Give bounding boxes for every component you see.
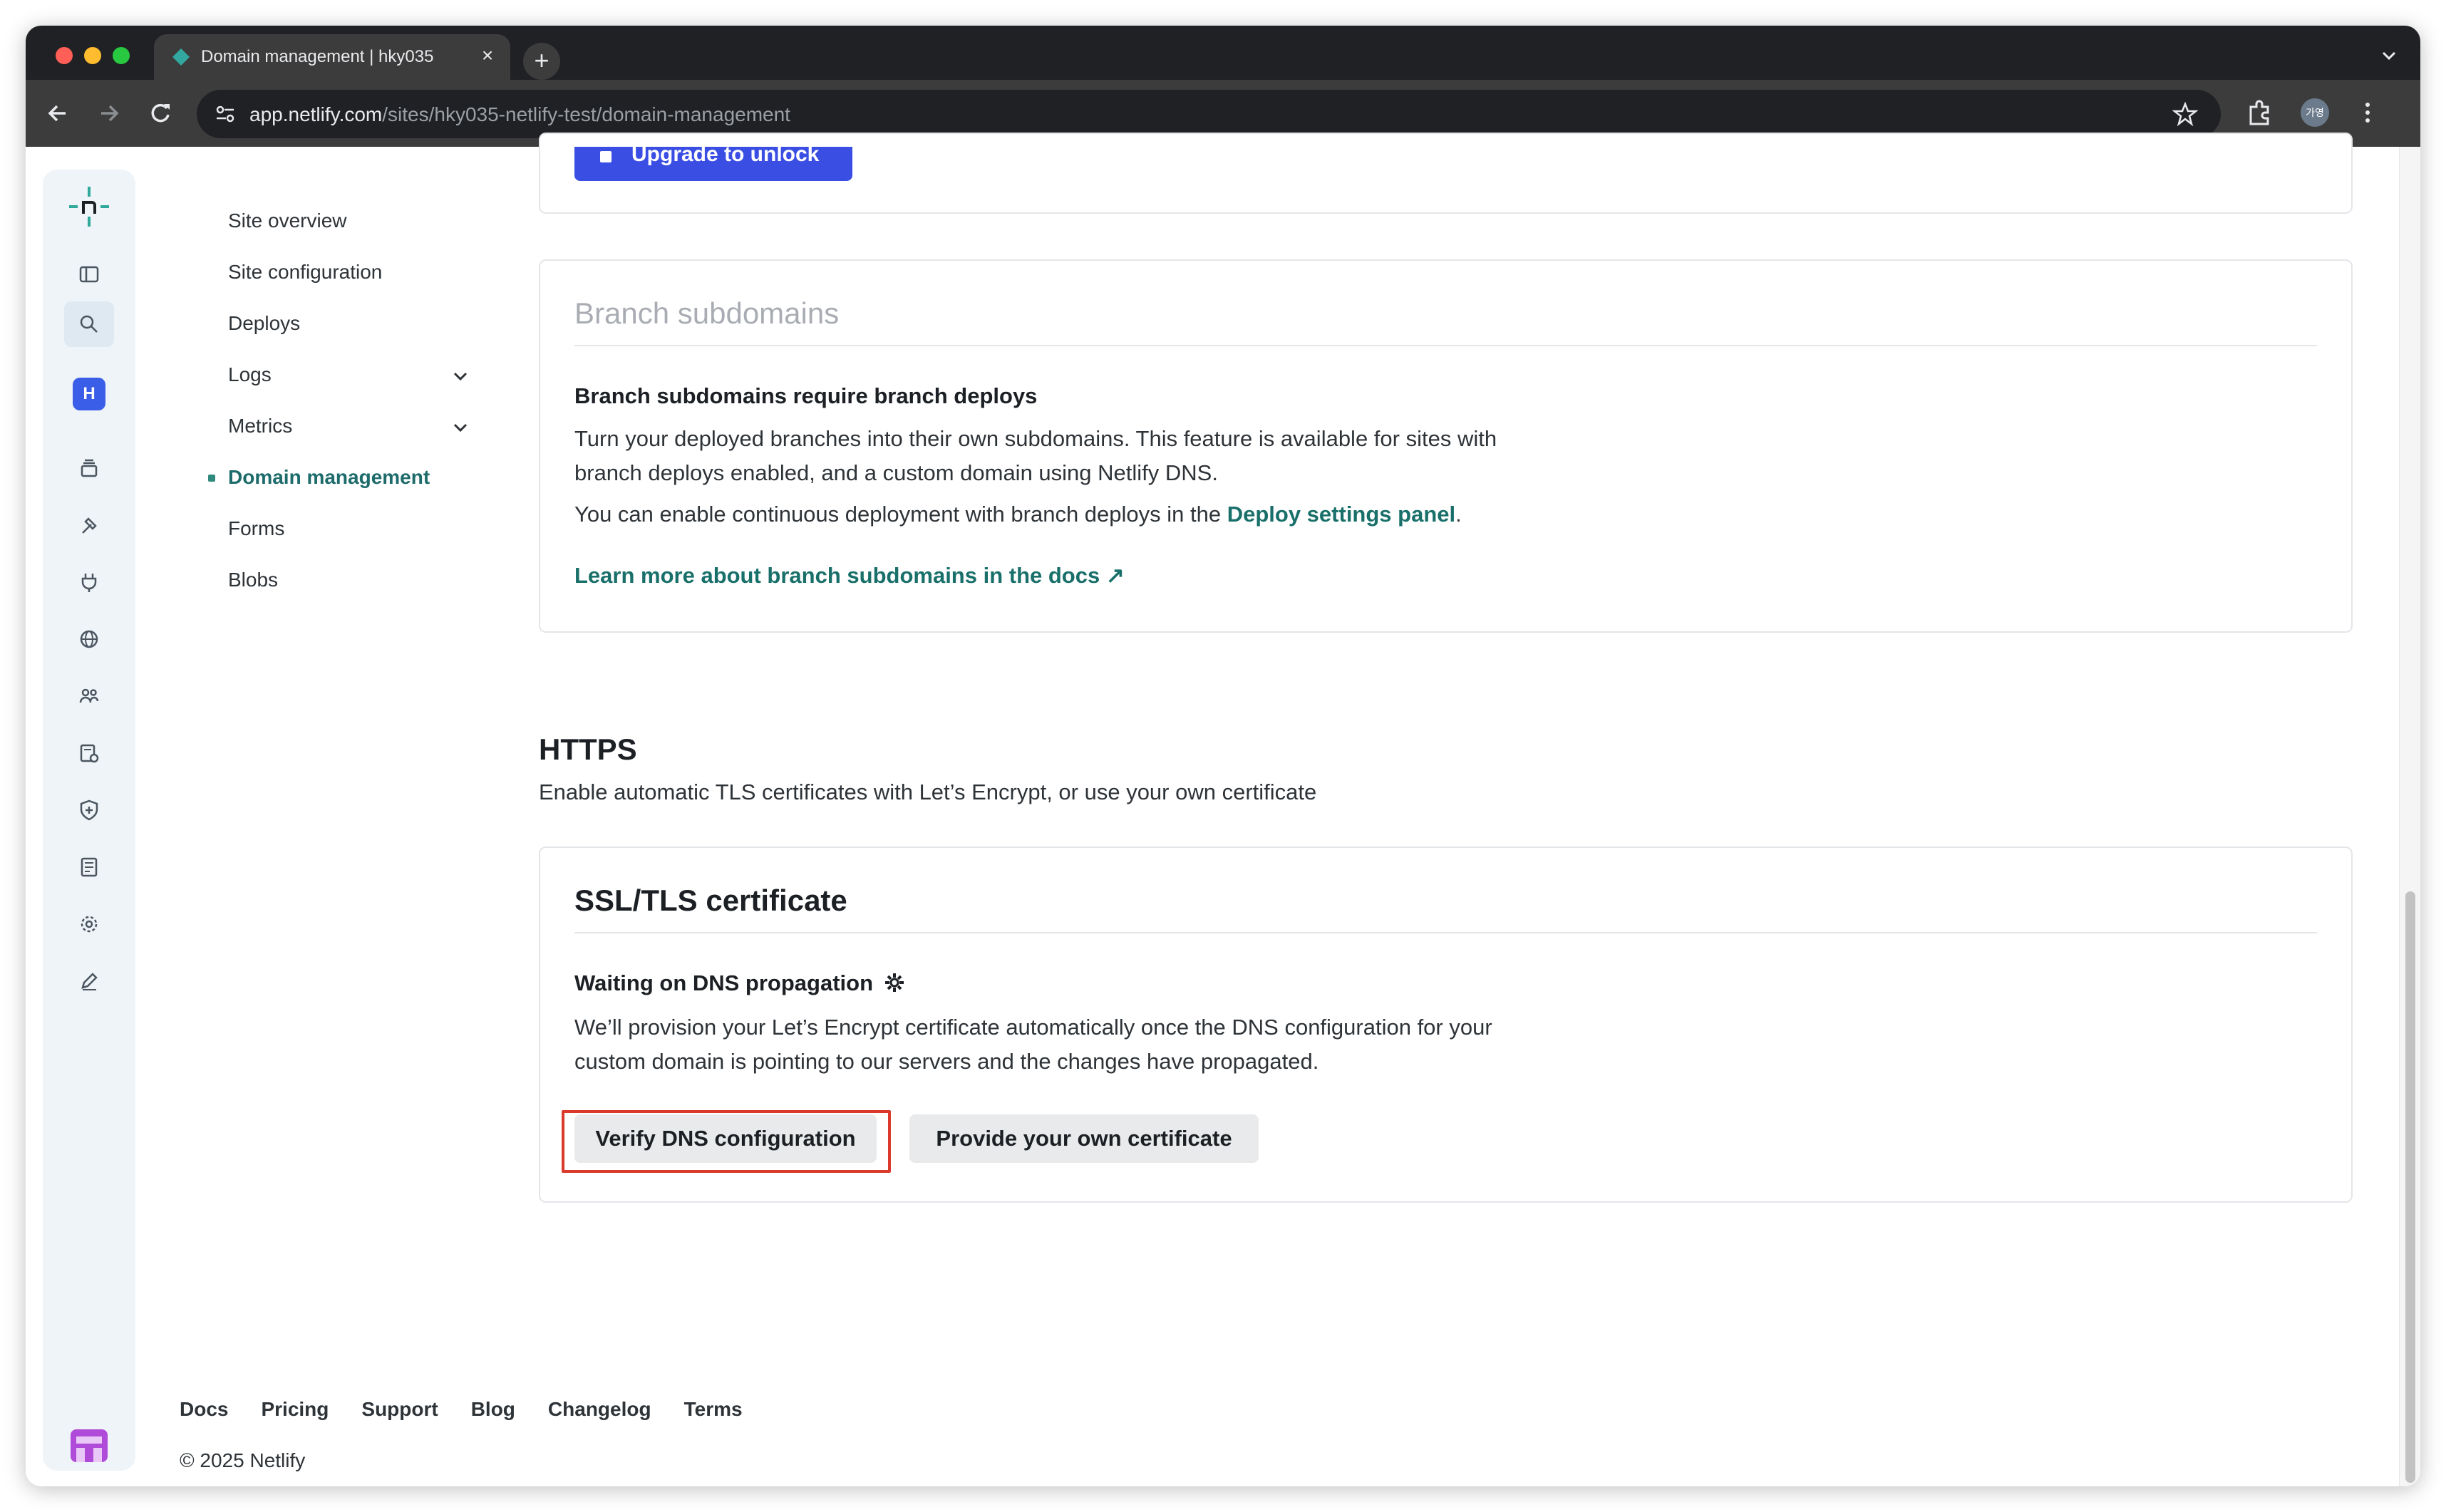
nav-item-logs[interactable]: Logs xyxy=(201,349,486,400)
upgrade-icon xyxy=(600,151,612,162)
netlify-logo-icon[interactable] xyxy=(68,185,110,228)
scrollbar-thumb[interactable] xyxy=(2405,891,2415,1483)
url-path: /sites/hky035-netlify-test/domain-manage… xyxy=(382,103,790,125)
nav-item-deploys[interactable]: Deploys xyxy=(201,298,486,349)
footer-link-docs[interactable]: Docs xyxy=(180,1398,228,1420)
forward-arrow-icon[interactable] xyxy=(91,95,127,131)
divider xyxy=(574,932,2317,933)
team-avatar[interactable]: H xyxy=(73,378,105,410)
extensions-puzzle-icon[interactable] xyxy=(2244,97,2275,128)
nav-item-label: Site configuration xyxy=(228,261,383,283)
chevron-down-icon[interactable] xyxy=(450,366,470,386)
note-suffix: . xyxy=(1455,502,1462,527)
user-avatar[interactable] xyxy=(68,1424,110,1466)
nav-item-blobs[interactable]: Blobs xyxy=(201,554,486,606)
nav-item-label: Metrics xyxy=(228,415,293,437)
note-prefix: You can enable continuous deployment wit… xyxy=(574,502,1227,527)
url-text: app.netlify.com/sites/hky035-netlify-tes… xyxy=(249,103,790,126)
nav-item-label: Forms xyxy=(228,517,285,539)
nav-item-forms[interactable]: Forms xyxy=(201,503,486,554)
deploy-settings-link[interactable]: Deploy settings panel xyxy=(1227,502,1455,527)
nav-item-label: Site overview xyxy=(228,209,347,232)
footer-links: Docs Pricing Support Blog Changelog Terms xyxy=(180,1398,775,1421)
members-people-icon[interactable] xyxy=(72,679,106,713)
sidebar-toggle-icon[interactable] xyxy=(72,257,106,291)
back-arrow-icon[interactable] xyxy=(40,95,76,131)
dns-status: Waiting on DNS propagation xyxy=(574,970,905,996)
footer-link-terms[interactable]: Terms xyxy=(684,1398,743,1420)
branch-subdomains-card: Branch subdomains Branch subdomains requ… xyxy=(539,259,2353,633)
audit-log-icon[interactable] xyxy=(72,736,106,770)
browser-window: Domain management | hky035 × + app.netli… xyxy=(26,26,2420,1486)
branch-subdomains-title: Branch subdomains xyxy=(574,296,840,330)
https-section-title: HTTPS xyxy=(539,732,637,766)
icon-rail: H xyxy=(43,170,135,1471)
tab-close-icon[interactable]: × xyxy=(476,44,499,67)
tab-title: Domain management | hky035 xyxy=(201,47,434,66)
page-scrollbar[interactable] xyxy=(2399,147,2420,1486)
active-indicator xyxy=(208,475,215,482)
ssl-card-title: SSL/TLS certificate xyxy=(574,884,847,917)
nav-item-domain-management[interactable]: Domain management xyxy=(201,452,486,503)
ssl-description: We’ll provision your Let’s Encrypt certi… xyxy=(574,1015,1492,1074)
url-host: app.netlify.com xyxy=(249,103,383,125)
netlify-app: H Site overview Site configuration Deplo… xyxy=(26,133,2420,1486)
branch-subdomains-subtitle: Branch subdomains require branch deploys xyxy=(574,383,1038,408)
settings-gear-icon[interactable] xyxy=(72,907,106,941)
billing-receipt-icon[interactable] xyxy=(72,850,106,884)
upgrade-button-label: Upgrade to unlock xyxy=(631,147,820,166)
site-nav: Site overview Site configuration Deploys… xyxy=(201,195,486,606)
integrations-plug-icon[interactable] xyxy=(72,565,106,599)
netlify-favicon-icon xyxy=(172,48,190,66)
highlight-box xyxy=(562,1110,891,1173)
branch-deploys-note: You can enable continuous deployment wit… xyxy=(574,497,1643,532)
browser-tab[interactable]: Domain management | hky035 × xyxy=(154,34,510,80)
branch-subdomains-docs-link[interactable]: Learn more about branch subdomains in th… xyxy=(574,563,1125,589)
copyright: © 2025 Netlify xyxy=(180,1449,306,1471)
footer-link-blog[interactable]: Blog xyxy=(471,1398,515,1420)
domains-globe-icon[interactable] xyxy=(72,622,106,656)
chevron-down-icon[interactable] xyxy=(450,418,470,437)
close-window-button[interactable] xyxy=(56,47,73,64)
https-section-description: Enable automatic TLS certificates with L… xyxy=(539,780,1317,804)
minimize-window-button[interactable] xyxy=(84,47,101,64)
security-shield-icon[interactable] xyxy=(72,793,106,827)
footer-link-pricing[interactable]: Pricing xyxy=(261,1398,329,1420)
builds-hammer-icon[interactable] xyxy=(72,508,106,542)
upgrade-button[interactable]: Upgrade to unlock xyxy=(574,147,852,181)
nav-item-site-configuration[interactable]: Site configuration xyxy=(201,247,486,298)
footer-link-changelog[interactable]: Changelog xyxy=(548,1398,651,1420)
nav-item-label: Blobs xyxy=(228,569,279,591)
dns-status-text: Waiting on DNS propagation xyxy=(574,970,874,995)
provide-own-certificate-button[interactable]: Provide your own certificate xyxy=(909,1114,1259,1163)
divider xyxy=(574,345,2317,346)
site-settings-icon[interactable] xyxy=(212,101,238,127)
reload-icon[interactable] xyxy=(143,95,178,131)
nav-item-label: Logs xyxy=(228,363,272,385)
nav-item-label: Deploys xyxy=(228,312,301,334)
projects-stack-icon[interactable] xyxy=(72,451,106,485)
footer-link-support[interactable]: Support xyxy=(361,1398,438,1420)
upgrade-card: Upgrade to unlock xyxy=(539,133,2353,214)
branch-subdomains-description: Turn your deployed branches into their o… xyxy=(574,426,1497,485)
profile-avatar[interactable]: 가영 xyxy=(2301,98,2329,127)
bookmark-star-icon[interactable] xyxy=(2172,101,2198,127)
spinner-gear-icon xyxy=(884,973,904,992)
tab-search-chevron-icon[interactable] xyxy=(2375,41,2403,70)
address-bar[interactable]: app.netlify.com/sites/hky035-netlify-tes… xyxy=(197,90,2221,138)
tab-strip: Domain management | hky035 × + xyxy=(26,26,2420,80)
search-icon[interactable] xyxy=(72,307,106,341)
new-tab-button[interactable]: + xyxy=(523,43,560,80)
edit-pencil-icon[interactable] xyxy=(72,964,106,998)
browser-menu-icon[interactable] xyxy=(2352,97,2383,128)
nav-item-site-overview[interactable]: Site overview xyxy=(201,195,486,247)
maximize-window-button[interactable] xyxy=(113,47,130,64)
nav-item-metrics[interactable]: Metrics xyxy=(201,400,486,452)
nav-item-label: Domain management xyxy=(228,466,430,488)
